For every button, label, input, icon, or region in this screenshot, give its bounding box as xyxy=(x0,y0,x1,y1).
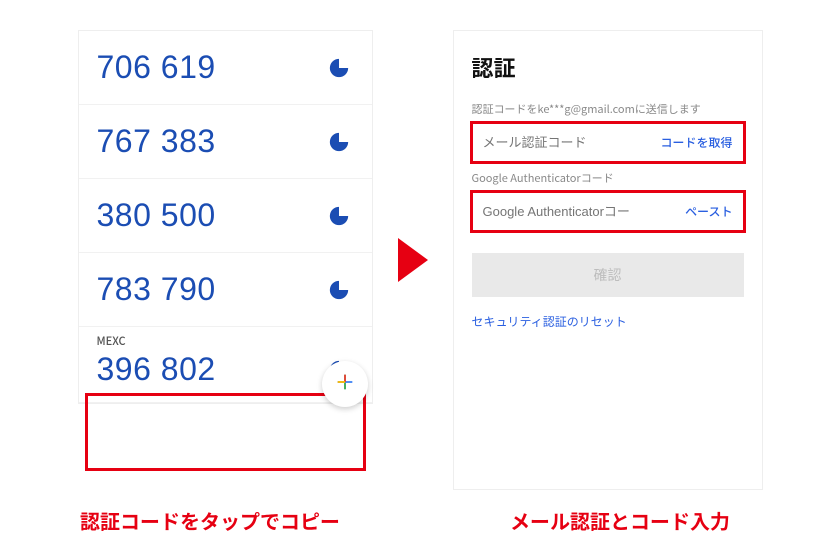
highlight-box xyxy=(85,393,366,471)
auth-code-row[interactable]: 706 619 xyxy=(79,31,372,105)
plus-icon xyxy=(334,371,356,398)
ga-section-label: Google Authenticatorコード xyxy=(472,170,744,186)
auth-code-row[interactable]: 783 790 xyxy=(79,253,372,327)
email-code-input[interactable] xyxy=(483,135,633,150)
arrow-right-icon xyxy=(398,238,428,282)
ga-code-input[interactable] xyxy=(483,204,633,219)
countdown-pie-icon xyxy=(328,205,350,227)
add-account-button[interactable] xyxy=(322,361,368,407)
auth-code: 767 383 xyxy=(97,123,216,160)
caption-left: 認証コードをタップでコピー xyxy=(80,506,340,535)
auth-code: 706 619 xyxy=(97,49,216,86)
account-label: MEXC xyxy=(97,333,126,349)
ga-code-field[interactable]: ペースト xyxy=(472,192,744,231)
verify-email-notice: 認証コードをke***g@gmail.comに送信します xyxy=(472,101,744,117)
caption-right: メール認証とコード入力 xyxy=(510,506,730,535)
auth-code: 396 802 xyxy=(97,351,216,388)
security-reset-link[interactable]: セキュリティ認証のリセット xyxy=(472,313,627,330)
verification-form: 認証 認証コードをke***g@gmail.comに送信します コードを取得 G… xyxy=(453,30,763,490)
verify-title: 認証 xyxy=(472,51,744,83)
auth-code-row[interactable]: 380 500 xyxy=(79,179,372,253)
countdown-pie-icon xyxy=(328,279,350,301)
countdown-pie-icon xyxy=(328,131,350,153)
get-code-button[interactable]: コードを取得 xyxy=(660,134,732,151)
authenticator-list: 706 619 767 383 380 500 783 790 MEXC 396… xyxy=(78,30,373,404)
auth-code-row[interactable]: 767 383 xyxy=(79,105,372,179)
email-code-field[interactable]: コードを取得 xyxy=(472,123,744,162)
countdown-pie-icon xyxy=(328,57,350,79)
paste-button[interactable]: ペースト xyxy=(685,203,732,220)
auth-code: 380 500 xyxy=(97,197,216,234)
confirm-button[interactable]: 確認 xyxy=(472,253,744,297)
auth-code: 783 790 xyxy=(97,271,216,308)
arrow-right xyxy=(383,30,443,490)
